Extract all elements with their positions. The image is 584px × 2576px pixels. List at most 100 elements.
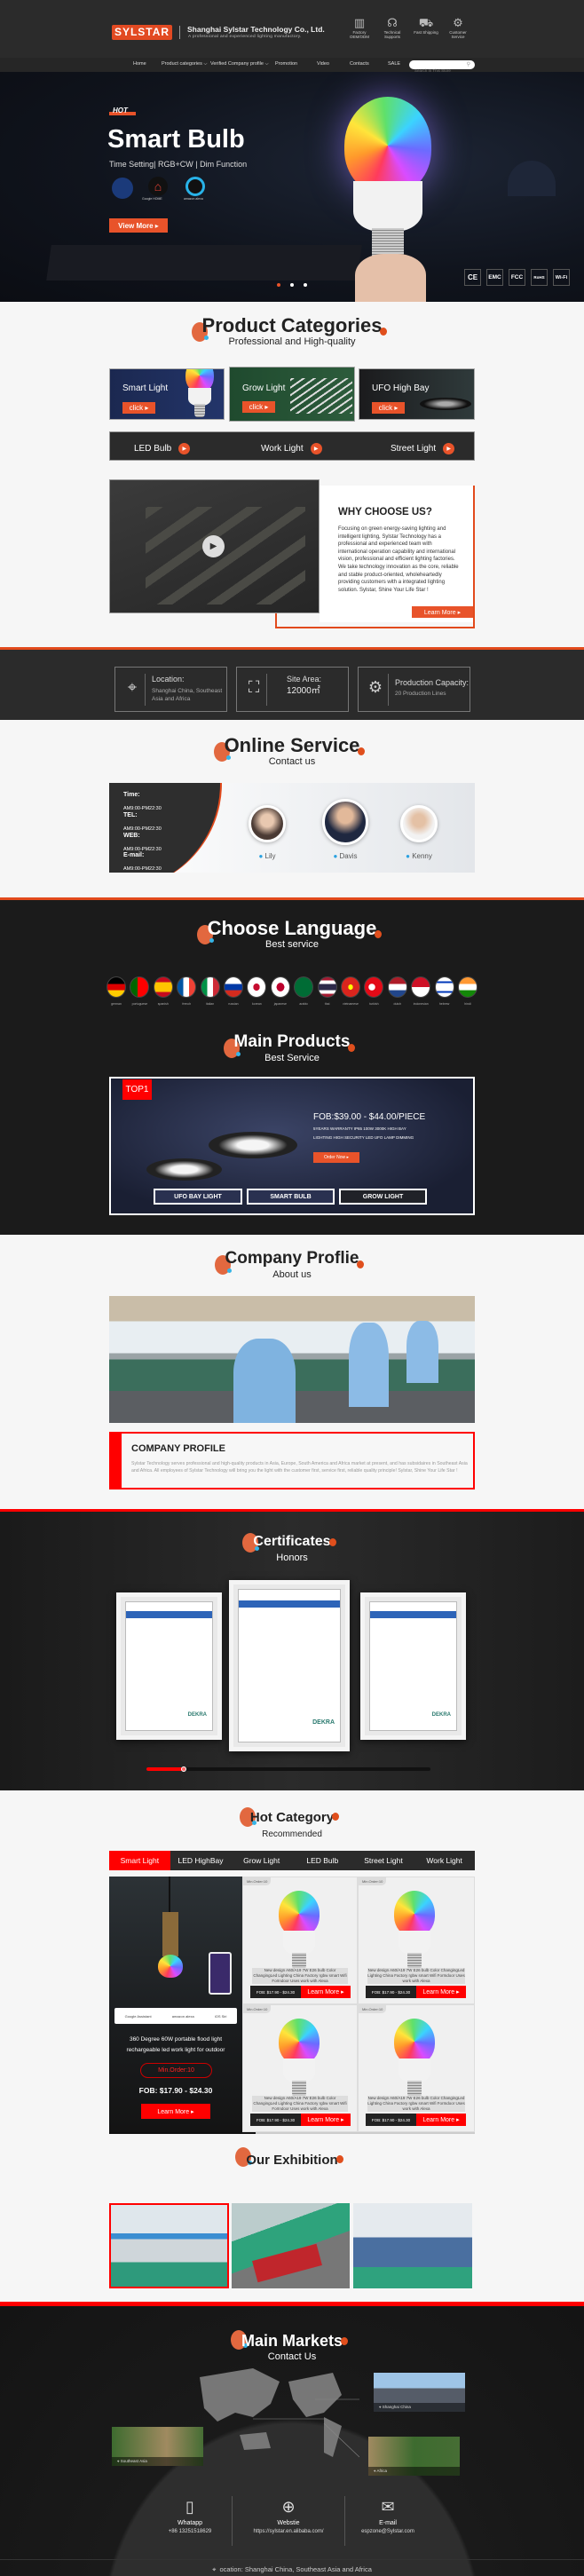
smart-bulb-image [185,369,214,417]
tab-led-highbay[interactable]: LED HighBay [170,1851,232,1870]
learn-more-button[interactable]: Learn More ▸ [301,2114,351,2126]
tab-street-light[interactable]: Street Light [353,1851,414,1870]
click-button[interactable]: click ▸ [242,401,275,413]
flag-indonesian-icon[interactable] [411,976,431,998]
contact-email[interactable]: ✉ E-mail espzone@Sylstar.com [335,2496,441,2534]
nav-promotion[interactable]: Promotion [275,61,297,67]
tab-grow-light[interactable]: Grow Light [231,1851,292,1870]
agent-davis[interactable]: ● Davis [319,852,372,860]
strip-work-light[interactable]: Work Light ▶ [261,443,322,454]
socket-image [162,1912,178,1956]
product-card[interactable]: Min.Order:10 New design A60/A19 7W E26 bu… [242,2004,358,2132]
certificate-scrollbar[interactable] [146,1766,430,1772]
stat-value: 12000㎡ [287,686,320,696]
footer-location: ⌖ ocation: Shanghai China, Southeast Asi… [0,2565,584,2574]
site-header: SYLSTAR Shanghai Sylstar Technology Co.,… [0,0,584,58]
learn-more-button[interactable]: Learn More ▸ [301,1986,351,1998]
strip-led-bulb[interactable]: LED Bulb ▶ [134,443,191,454]
smart-bulb-button[interactable]: SMART BULB [247,1189,335,1205]
section-heading: Main Products [233,1032,351,1051]
flag-vietnamese-icon[interactable] [341,976,360,998]
ufo-bay-light-button[interactable]: UFO BAY LIGHT [154,1189,242,1205]
nav-company-profile[interactable]: Verified Company profile ⌵ [210,61,269,67]
factory-video[interactable]: ▶ [109,479,320,613]
flag-hindi-icon[interactable] [458,976,477,998]
learn-more-button[interactable]: Learn More ▸ [412,606,473,618]
click-button[interactable]: click ▸ [122,402,155,414]
nav-product-categories[interactable]: Product categories ⌵ [162,61,208,67]
nav-contacts[interactable]: Contacts [350,61,369,67]
market-africa[interactable]: ⌖ Africa [368,2437,460,2476]
featured-price: FOB: $17.90 - $24.30 [138,2086,213,2095]
flag-french-icon[interactable] [177,976,197,998]
exhibition-photo-3[interactable] [353,2203,472,2288]
slide-dot-3[interactable] [304,283,307,287]
learn-more-button[interactable]: Learn More ▸ [416,2114,466,2126]
flag-thai-icon[interactable] [317,976,337,998]
flag-hebrew-icon[interactable] [434,976,454,998]
flag-turkish-icon[interactable] [364,976,384,998]
tab-smart-light[interactable]: Smart Light [109,1851,170,1870]
scrollbar-handle[interactable] [180,1766,186,1772]
contact-whatsapp[interactable]: ▯ Whatapp +86 13251518629 [137,2496,243,2534]
category-card-grow-light[interactable]: Grow Light click ▸ [229,367,355,422]
flag-dutch-icon[interactable] [387,976,407,998]
product-card[interactable]: Min.Order:10 New design A60/A19 7W E26 bu… [358,1877,475,2004]
slide-dot-1[interactable] [277,283,280,287]
language-label[interactable]: hindi [454,1002,481,1006]
product-card[interactable]: Min.Order:10 New design A60/A19 7W E26 bu… [242,1877,358,2004]
play-icon[interactable]: ▶ [202,535,225,557]
flag-arabic-icon[interactable] [294,976,314,998]
click-button[interactable]: click ▸ [372,402,405,414]
grow-light-button[interactable]: GROW LIGHT [339,1189,427,1205]
featured-learn-more-button[interactable]: Learn More ▸ [141,2104,210,2119]
avatar-davis[interactable] [322,799,368,845]
category-card-smart-light[interactable]: Smart Light click ▸ [109,368,225,420]
exhibition-divider [109,2132,475,2134]
category-card-ufo-high-bay[interactable]: UFO High Bay click ▸ [359,368,475,420]
search-icon[interactable]: ⚲ [467,61,470,67]
agent-lily[interactable]: ● Lily [241,852,294,860]
agent-kenny[interactable]: ● Kenny [392,852,446,860]
product-card[interactable]: Min.Order:10 New design A60/A19 7W E26 bu… [358,2004,475,2132]
flag-portuguese-icon[interactable] [130,976,150,998]
flag-japanese-icon[interactable] [270,976,290,998]
strip-street-light[interactable]: Street Light ▶ [391,443,455,454]
search-box[interactable]: ⚲ [409,60,475,75]
order-now-button[interactable]: Order Now ▸ [313,1152,359,1163]
avatar-lily[interactable] [249,805,286,842]
hero-bed-decor [46,245,362,281]
certificate-frame-3[interactable]: DEKRA [360,1592,466,1740]
nav-sale[interactable]: SALE [388,61,400,67]
learn-more-button[interactable]: Learn More ▸ [416,1986,466,1998]
main-markets-section: Main Markets Contact Us ⌖ Shanghai China… [0,2302,584,2576]
logo[interactable]: SYLSTAR [112,25,172,40]
nav-home[interactable]: Home [133,61,146,67]
certificate-frame-1[interactable]: DEKRA [116,1592,222,1740]
handshake-icon: ⚙ [453,16,463,29]
flag-italian-icon[interactable] [200,976,220,998]
hero-badge: HOT [109,107,136,115]
flag-german-icon[interactable] [107,976,126,998]
slide-dot-2[interactable] [290,283,294,287]
contact-panel: Time: AM9:00-PM22:30 TEL: AM9:00-PM22:30 W… [109,783,475,873]
flag-korean-icon[interactable] [247,976,267,998]
tab-led-bulb[interactable]: LED Bulb [292,1851,353,1870]
flag-spanish-icon[interactable] [153,976,173,998]
gears-icon: ⚙ [367,678,383,696]
google-assistant-logo: Google Assistant [124,2013,152,2019]
truck-icon: ⛟ [418,16,434,29]
certificate-frame-2[interactable]: DEKRA [229,1580,350,1751]
exhibition-photo-1[interactable] [109,2203,229,2288]
nav-video[interactable]: Video [317,61,329,67]
view-more-button[interactable]: View More ▸ [109,218,168,233]
featured-product[interactable]: Google Assistant amazon alexa iOS Siri 360… [109,1877,242,2132]
exhibition-photo-2[interactable] [232,2203,350,2288]
contact-website[interactable]: ⊕ Webstie https://sylstar.en.alibaba.com/ [235,2496,342,2534]
avatar-kenny[interactable] [400,805,438,842]
market-southeast-asia[interactable]: ⌖ Southeast Asia [112,2427,203,2466]
section-heading: Main Markets [241,2332,343,2350]
tab-work-light[interactable]: Work Light [414,1851,475,1870]
market-shanghai[interactable]: ⌖ Shanghai China [374,2373,465,2412]
flag-russian-icon[interactable] [224,976,243,998]
